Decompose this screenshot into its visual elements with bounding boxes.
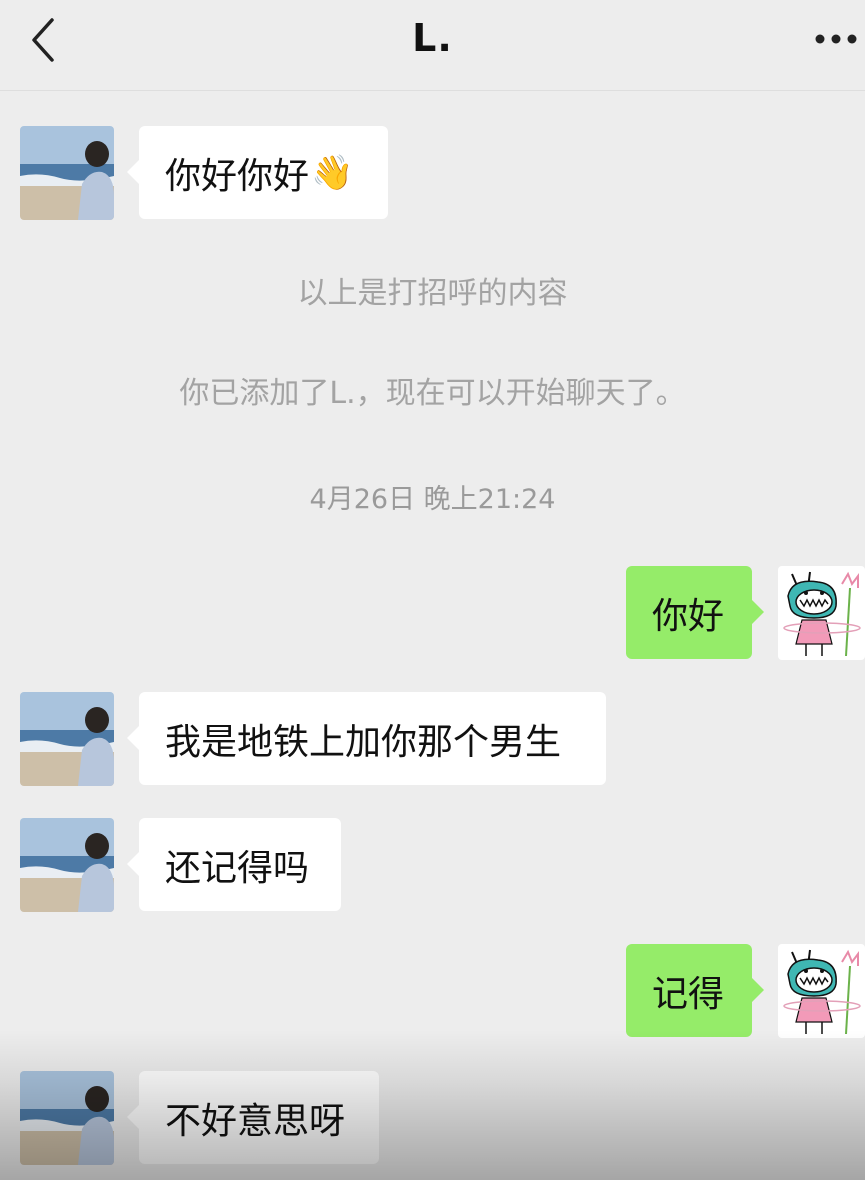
contact-avatar[interactable] bbox=[20, 1071, 114, 1165]
contact-avatar[interactable] bbox=[20, 692, 114, 786]
beach-portrait-image bbox=[20, 818, 114, 912]
contact-avatar[interactable] bbox=[20, 818, 114, 912]
message-timestamp: 4月26日 晚上21:24 bbox=[309, 484, 556, 515]
incoming-message-bubble[interactable]: 你好你好 👋 bbox=[127, 126, 388, 219]
message-text: 你好你好 bbox=[165, 155, 310, 197]
outgoing-message-bubble[interactable]: 记得 bbox=[626, 944, 764, 1037]
cartoon-girl-image bbox=[778, 566, 865, 660]
more-dots-icon bbox=[815, 34, 857, 44]
message-text: 不好意思呀 bbox=[165, 1100, 346, 1142]
chat-header: L. bbox=[0, 0, 865, 91]
beach-portrait-image bbox=[20, 692, 114, 786]
incoming-message-bubble[interactable]: 我是地铁上加你那个男生 bbox=[127, 692, 606, 785]
waving-hand-icon: 👋 bbox=[311, 152, 354, 193]
message-text: 我是地铁上加你那个男生 bbox=[165, 721, 562, 763]
outgoing-message-bubble[interactable]: 你好 bbox=[626, 566, 764, 659]
message-text: 还记得吗 bbox=[165, 847, 310, 889]
beach-portrait-image bbox=[20, 1071, 114, 1165]
my-avatar[interactable] bbox=[778, 566, 865, 660]
contact-avatar[interactable] bbox=[20, 126, 114, 220]
message-text: 记得 bbox=[652, 973, 725, 1015]
beach-portrait-image bbox=[20, 126, 114, 220]
my-avatar[interactable] bbox=[778, 944, 865, 1038]
message-text: 你好 bbox=[652, 595, 725, 637]
cartoon-girl-image bbox=[778, 944, 865, 1038]
more-button[interactable] bbox=[812, 30, 860, 48]
incoming-message-bubble[interactable]: 不好意思呀 bbox=[127, 1071, 379, 1164]
chat-title: L. bbox=[412, 16, 453, 60]
system-added-note: 你已添加了L.，现在可以开始聊天了。 bbox=[179, 376, 686, 411]
incoming-message-bubble[interactable]: 还记得吗 bbox=[127, 818, 341, 911]
system-greeting-note: 以上是打招呼的内容 bbox=[297, 276, 568, 311]
